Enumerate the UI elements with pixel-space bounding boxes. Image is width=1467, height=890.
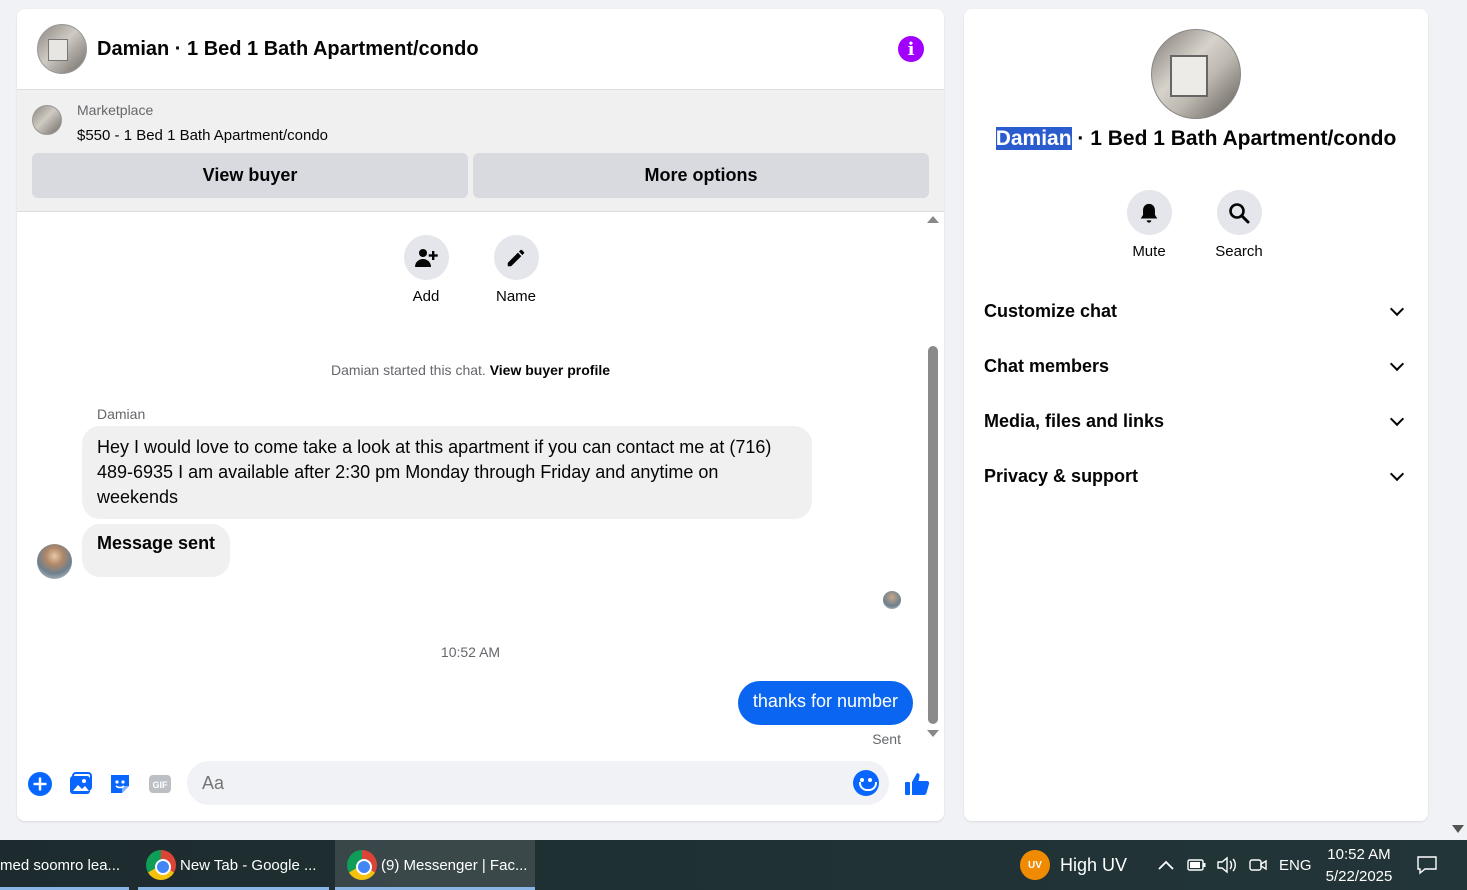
message-input[interactable] xyxy=(202,773,822,794)
taskbar-item-label: New Tab - Google ... xyxy=(180,856,317,874)
chrome-icon xyxy=(347,850,377,880)
mute-button[interactable]: Mute xyxy=(1114,190,1184,260)
plus-icon[interactable] xyxy=(27,771,53,797)
customize-chat-label: Customize chat xyxy=(984,300,1118,321)
add-label: Add xyxy=(412,288,440,305)
privacy-support-label: Privacy & support xyxy=(984,465,1139,486)
chat-title[interactable]: Damian · 1 Bed 1 Bath Apartment/condo xyxy=(97,38,898,61)
chat-avatar[interactable] xyxy=(37,24,87,74)
scroll-down-arrow[interactable] xyxy=(927,730,939,737)
bell-icon xyxy=(1126,190,1172,235)
emoji-icon[interactable] xyxy=(853,770,879,796)
system-clock[interactable]: 10:52 AM 5/22/2025 xyxy=(1318,844,1400,888)
marketplace-banner: Marketplace $550 - 1 Bed 1 Bath Apartmen… xyxy=(17,90,944,212)
message-input-container[interactable] xyxy=(187,761,889,805)
volume-icon[interactable] xyxy=(1216,840,1238,890)
outgoing-message[interactable]: thanks for number xyxy=(737,681,913,725)
taskbar-item-new-tab[interactable]: New Tab - Google ... xyxy=(138,840,329,890)
page-scroll-down-arrow[interactable] xyxy=(1452,825,1464,833)
search-button[interactable]: Search xyxy=(1204,190,1274,260)
pencil-icon xyxy=(493,235,539,280)
privacy-support-section[interactable]: Privacy & support xyxy=(984,461,1408,491)
search-icon xyxy=(1216,190,1262,235)
message-list[interactable]: Add Name Damian started this chat. View … xyxy=(17,212,944,752)
message-timestamp: 10:52 AM xyxy=(440,644,501,660)
scroll-up-arrow[interactable] xyxy=(927,216,939,223)
chat-started-notice: Damian started this chat. View buyer pro… xyxy=(17,362,924,378)
sender-avatar[interactable] xyxy=(37,544,72,579)
clock-date: 5/22/2025 xyxy=(1325,868,1393,885)
weather-uv-icon[interactable]: UV xyxy=(1020,850,1050,880)
media-files-links-section[interactable]: Media, files and links xyxy=(984,406,1408,436)
sender-name: Damian xyxy=(97,406,146,422)
chevron-down-icon xyxy=(1389,411,1405,426)
sticker-icon[interactable] xyxy=(107,771,133,797)
name-label: Name xyxy=(495,288,536,305)
windows-taskbar: med soomro lea... New Tab - Google ... (… xyxy=(0,840,1467,890)
chevron-down-icon xyxy=(1389,356,1405,371)
highlighted-name: Damian xyxy=(995,127,1072,150)
incoming-message[interactable]: Hey I would love to come take a look at … xyxy=(82,426,812,519)
weather-uv-text[interactable]: High UV xyxy=(1060,840,1127,890)
search-label: Search xyxy=(1215,243,1263,260)
mute-label: Mute xyxy=(1132,243,1166,260)
notification-center-icon[interactable] xyxy=(1416,840,1438,890)
view-buyer-profile-link[interactable]: View buyer profile xyxy=(490,362,610,378)
conversation-title: Damian · 1 Bed 1 Bath Apartment/condo xyxy=(964,127,1428,151)
svg-text:GIF: GIF xyxy=(153,780,169,790)
view-buyer-button[interactable]: View buyer xyxy=(32,153,468,198)
composer: GIF xyxy=(17,761,944,805)
thumbs-up-icon[interactable] xyxy=(902,769,932,799)
taskbar-item-label: (9) Messenger | Fac... xyxy=(381,856,528,874)
seen-indicator-avatar xyxy=(883,591,901,609)
message-sent-bubble[interactable]: Message sent xyxy=(82,524,231,577)
chat-header: Damian · 1 Bed 1 Bath Apartment/condo i xyxy=(17,9,944,90)
chat-members-label: Chat members xyxy=(984,355,1110,376)
info-icon[interactable]: i xyxy=(898,36,924,62)
listing-title[interactable]: $550 - 1 Bed 1 Bath Apartment/condo xyxy=(77,127,328,144)
name-chat-button[interactable]: Name xyxy=(481,235,551,305)
customize-chat-section[interactable]: Customize chat xyxy=(984,296,1408,326)
chat-panel: Damian · 1 Bed 1 Bath Apartment/condo i … xyxy=(17,9,944,821)
chevron-down-icon xyxy=(1389,466,1405,481)
taskbar-item-label: med soomro lea... xyxy=(0,856,121,874)
marketplace-label: Marketplace xyxy=(77,102,154,118)
conversation-info-panel: Damian · 1 Bed 1 Bath Apartment/condo Mu… xyxy=(964,9,1428,821)
input-language[interactable]: ENG xyxy=(1279,840,1312,890)
scrollbar-thumb[interactable] xyxy=(928,346,938,724)
gif-icon[interactable]: GIF xyxy=(147,771,173,797)
add-people-button[interactable]: Add xyxy=(391,235,461,305)
conversation-title-rest: · 1 Bed 1 Bath Apartment/condo xyxy=(1071,127,1397,150)
media-files-links-label: Media, files and links xyxy=(984,410,1165,431)
started-text: Damian started this chat. xyxy=(330,362,486,378)
meet-now-icon[interactable] xyxy=(1248,840,1268,890)
listing-thumbnail xyxy=(32,105,62,135)
chat-members-section[interactable]: Chat members xyxy=(984,351,1408,381)
chevron-down-icon xyxy=(1389,301,1405,316)
more-options-button[interactable]: More options xyxy=(473,153,929,198)
sent-status: Sent xyxy=(872,731,901,747)
photo-icon[interactable] xyxy=(67,771,93,797)
taskbar-item-messenger[interactable]: (9) Messenger | Fac... xyxy=(335,840,535,890)
taskbar-item-chrome-window-1[interactable]: med soomro lea... xyxy=(0,840,129,890)
chevron-up-icon[interactable] xyxy=(1157,840,1175,890)
conversation-avatar[interactable] xyxy=(1151,29,1241,119)
chrome-icon xyxy=(146,850,176,880)
battery-icon[interactable] xyxy=(1187,840,1207,890)
clock-time: 10:52 AM xyxy=(1327,846,1391,863)
add-person-icon xyxy=(403,235,449,280)
